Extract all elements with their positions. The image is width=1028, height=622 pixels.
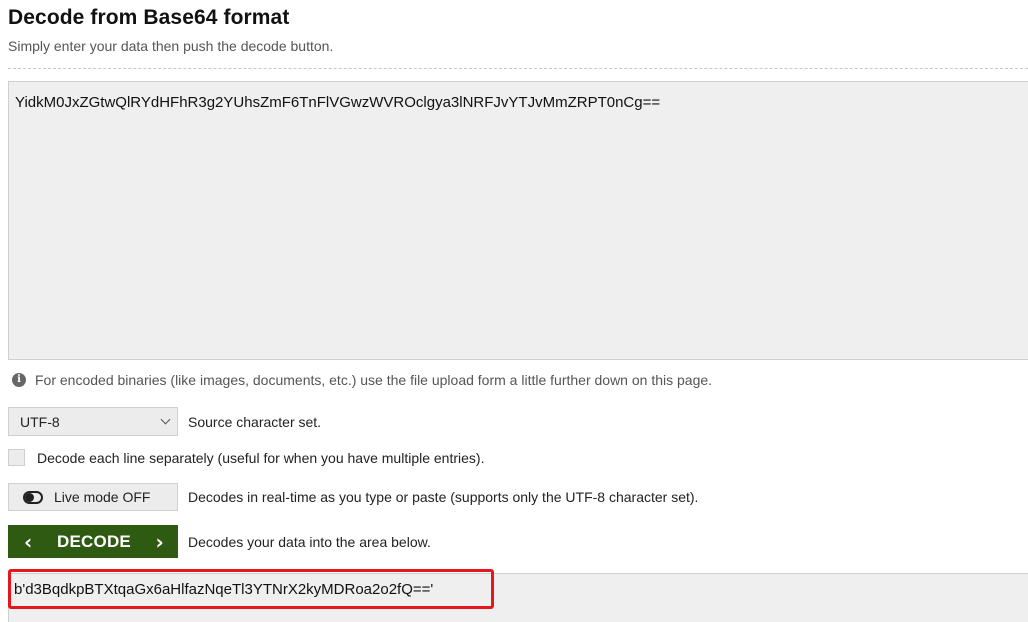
- info-note: i For encoded binaries (like images, doc…: [12, 372, 712, 388]
- page-title: Decode from Base64 format: [8, 6, 290, 29]
- info-icon: i: [12, 373, 26, 387]
- decode-each-line-label: Decode each line separately (useful for …: [37, 449, 485, 466]
- chevron-right-icon: ›: [155, 529, 164, 554]
- line-option-row: Decode each line separately (useful for …: [8, 449, 484, 466]
- chevron-down-icon: [160, 414, 171, 425]
- decode-each-line-checkbox[interactable]: [8, 449, 25, 466]
- decode-row: ‹ DECODE › Decodes your data into the ar…: [8, 525, 431, 558]
- output-highlight-box: [8, 569, 494, 609]
- charset-label: Source character set.: [188, 413, 322, 430]
- decode-button[interactable]: ‹ DECODE ›: [8, 525, 178, 558]
- page-subtitle: Simply enter your data then push the dec…: [8, 38, 334, 54]
- page: Decode from Base64 format Simply enter y…: [0, 0, 1028, 622]
- live-mode-button[interactable]: Live mode OFF: [8, 483, 178, 511]
- input-textarea[interactable]: YidkM0JxZGtwQlRYdHFhR3g2YUhsZmF6TnFlVGwz…: [8, 81, 1028, 360]
- decode-description: Decodes your data into the area below.: [188, 533, 431, 550]
- charset-selected-value: UTF-8: [20, 413, 60, 430]
- live-mode-row: Live mode OFF Decodes in real-time as yo…: [8, 483, 698, 511]
- charset-row: UTF-8 Source character set.: [8, 407, 321, 436]
- live-mode-label: Live mode OFF: [54, 489, 151, 505]
- chevron-left-icon: ‹: [24, 529, 33, 554]
- toggle-icon: [23, 490, 43, 504]
- divider: [8, 68, 1028, 69]
- live-mode-description: Decodes in real-time as you type or past…: [188, 489, 699, 505]
- decode-button-label: DECODE: [57, 531, 131, 551]
- charset-select[interactable]: UTF-8: [8, 407, 178, 436]
- info-text: For encoded binaries (like images, docum…: [35, 372, 713, 388]
